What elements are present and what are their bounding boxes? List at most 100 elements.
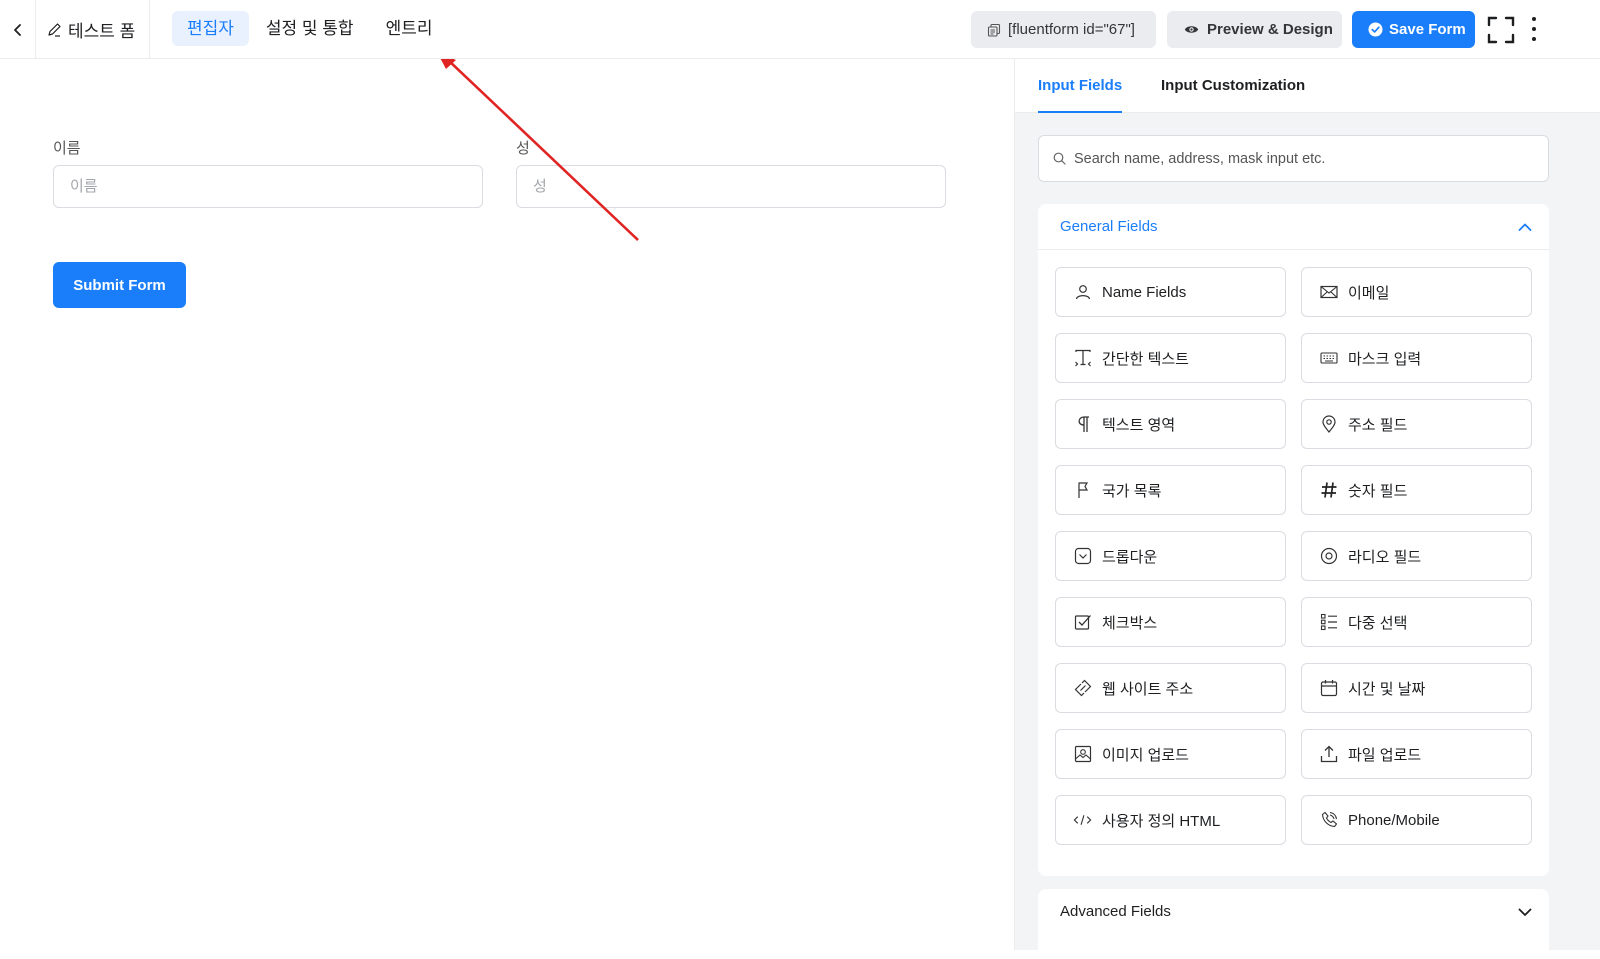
tab-editor[interactable]: 편집자	[172, 11, 249, 46]
dropdown-icon	[1073, 547, 1092, 566]
field-item[interactable]: 텍스트 영역	[1055, 399, 1286, 449]
link-icon	[1073, 679, 1092, 698]
calendar-icon	[1319, 679, 1338, 698]
more-options-button[interactable]	[1524, 14, 1544, 44]
field-item[interactable]: 이미지 업로드	[1055, 729, 1286, 779]
user-icon	[1073, 283, 1092, 302]
field-item-label: 주소 필드	[1348, 416, 1408, 434]
tab-settings-integrations[interactable]: 설정 및 통합	[251, 11, 369, 46]
field-item[interactable]: Name Fields	[1055, 267, 1286, 317]
phone-icon	[1319, 811, 1338, 830]
radio-icon	[1319, 547, 1338, 566]
shortcode-copy-button[interactable]: [fluentform id="67"]	[971, 11, 1156, 48]
field-item-label: 다중 선택	[1348, 614, 1408, 632]
image-icon	[1073, 745, 1092, 764]
upload-icon	[1319, 745, 1338, 764]
form-canvas: 이름 이름 성 성 Submit Form	[0, 59, 1014, 950]
field-item[interactable]: 주소 필드	[1301, 399, 1532, 449]
field-item[interactable]: 사용자 정의 HTML	[1055, 795, 1286, 845]
field-search[interactable]	[1038, 135, 1549, 182]
back-button[interactable]	[0, 0, 36, 59]
field-item-label: 파일 업로드	[1348, 746, 1422, 764]
arrow-head	[440, 59, 456, 69]
advanced-fields-group[interactable]: Advanced Fields	[1038, 889, 1549, 959]
field-item-label: 간단한 텍스트	[1102, 350, 1189, 368]
chevron-down-icon	[1518, 908, 1532, 916]
field-item[interactable]: 다중 선택	[1301, 597, 1532, 647]
field-item-label: 라디오 필드	[1348, 548, 1422, 566]
field-item-label: 마스크 입력	[1348, 350, 1422, 368]
field-item-label: 드롭다운	[1102, 548, 1158, 566]
form-title-text: 테스트 폼	[68, 22, 136, 41]
preview-design-label: Preview & Design	[1207, 21, 1333, 38]
field-item[interactable]: 시간 및 날짜	[1301, 663, 1532, 713]
save-form-label: Save Form	[1389, 21, 1466, 38]
general-fields-header[interactable]: General Fields	[1038, 204, 1549, 250]
dot	[1532, 37, 1536, 41]
field-item[interactable]: 체크박스	[1055, 597, 1286, 647]
field-search-input[interactable]	[1074, 150, 1514, 167]
chevron-left-icon	[13, 23, 21, 36]
field-item-label: Phone/Mobile	[1348, 811, 1440, 829]
copy-icon	[987, 23, 1001, 37]
envelope-icon	[1319, 283, 1338, 302]
arrow-shaft	[446, 59, 639, 241]
chevron-up-icon	[1518, 223, 1532, 231]
field-item-label: 사용자 정의 HTML	[1102, 812, 1221, 830]
eye-icon	[1184, 26, 1199, 33]
list-icon	[1319, 613, 1338, 632]
shortcode-text: [fluentform id="67"]	[1008, 21, 1135, 38]
field-item[interactable]: Phone/Mobile	[1301, 795, 1532, 845]
field-item-label: 시간 및 날짜	[1348, 680, 1426, 698]
general-fields-group: General Fields Name Fields 이메일 간단한 텍스트 마…	[1038, 204, 1549, 876]
flag-icon	[1073, 481, 1092, 500]
fullscreen-button[interactable]	[1487, 16, 1515, 44]
field-item-label: Name Fields	[1102, 283, 1187, 301]
last-name-label: 성	[516, 140, 530, 157]
form-title[interactable]: 테스트 폼	[36, 0, 150, 59]
field-item[interactable]: 간단한 텍스트	[1055, 333, 1286, 383]
advanced-fields-title: Advanced Fields	[1060, 903, 1171, 920]
preview-design-button[interactable]: Preview & Design	[1167, 11, 1342, 48]
hash-icon	[1319, 481, 1338, 500]
field-item-label: 국가 목록	[1102, 482, 1162, 500]
dot	[1532, 17, 1536, 21]
field-item[interactable]: 국가 목록	[1055, 465, 1286, 515]
checkbox-icon	[1073, 613, 1092, 632]
field-item-label: 텍스트 영역	[1102, 416, 1176, 434]
map-pin-icon	[1319, 415, 1338, 434]
field-item[interactable]: 파일 업로드	[1301, 729, 1532, 779]
top-bar: 테스트 폼 편집자 설정 및 통합 엔트리 [fluentform id="67…	[0, 0, 1600, 59]
submit-form-button[interactable]: Submit Form	[53, 262, 186, 308]
field-item-label: 이메일	[1348, 284, 1390, 302]
pencil-icon	[48, 23, 61, 37]
dot	[1532, 27, 1536, 31]
check-circle-icon	[1368, 22, 1383, 37]
last-name-input[interactable]: 성	[516, 165, 946, 208]
search-icon	[1053, 152, 1066, 165]
fullscreen-icon	[1487, 16, 1515, 44]
first-name-input[interactable]: 이름	[53, 165, 483, 208]
field-item-label: 웹 사이트 주소	[1102, 680, 1194, 698]
save-form-button[interactable]: Save Form	[1352, 11, 1475, 48]
keyboard-icon	[1319, 349, 1338, 368]
paragraph-icon	[1073, 415, 1092, 434]
tab-input-customization[interactable]: Input Customization	[1161, 59, 1305, 113]
field-item-label: 숫자 필드	[1348, 482, 1408, 500]
sidebar-tabs: Input Fields Input Customization	[1015, 59, 1600, 113]
first-name-label: 이름	[53, 140, 81, 157]
text-cursor-icon	[1073, 349, 1092, 368]
field-item[interactable]: 라디오 필드	[1301, 531, 1532, 581]
field-item[interactable]: 마스크 입력	[1301, 333, 1532, 383]
field-item-label: 이미지 업로드	[1102, 746, 1189, 764]
field-item[interactable]: 드롭다운	[1055, 531, 1286, 581]
general-fields-title: General Fields	[1060, 218, 1158, 235]
field-item[interactable]: 숫자 필드	[1301, 465, 1532, 515]
tab-entries[interactable]: 엔트리	[371, 11, 448, 46]
field-item[interactable]: 이메일	[1301, 267, 1532, 317]
tab-input-fields[interactable]: Input Fields	[1038, 59, 1123, 113]
field-item[interactable]: 웹 사이트 주소	[1055, 663, 1286, 713]
fields-sidebar: Input Fields Input Customization General…	[1014, 59, 1600, 959]
main-tabs: 편집자 설정 및 통합 엔트리	[172, 11, 450, 46]
field-item-label: 체크박스	[1102, 614, 1158, 632]
